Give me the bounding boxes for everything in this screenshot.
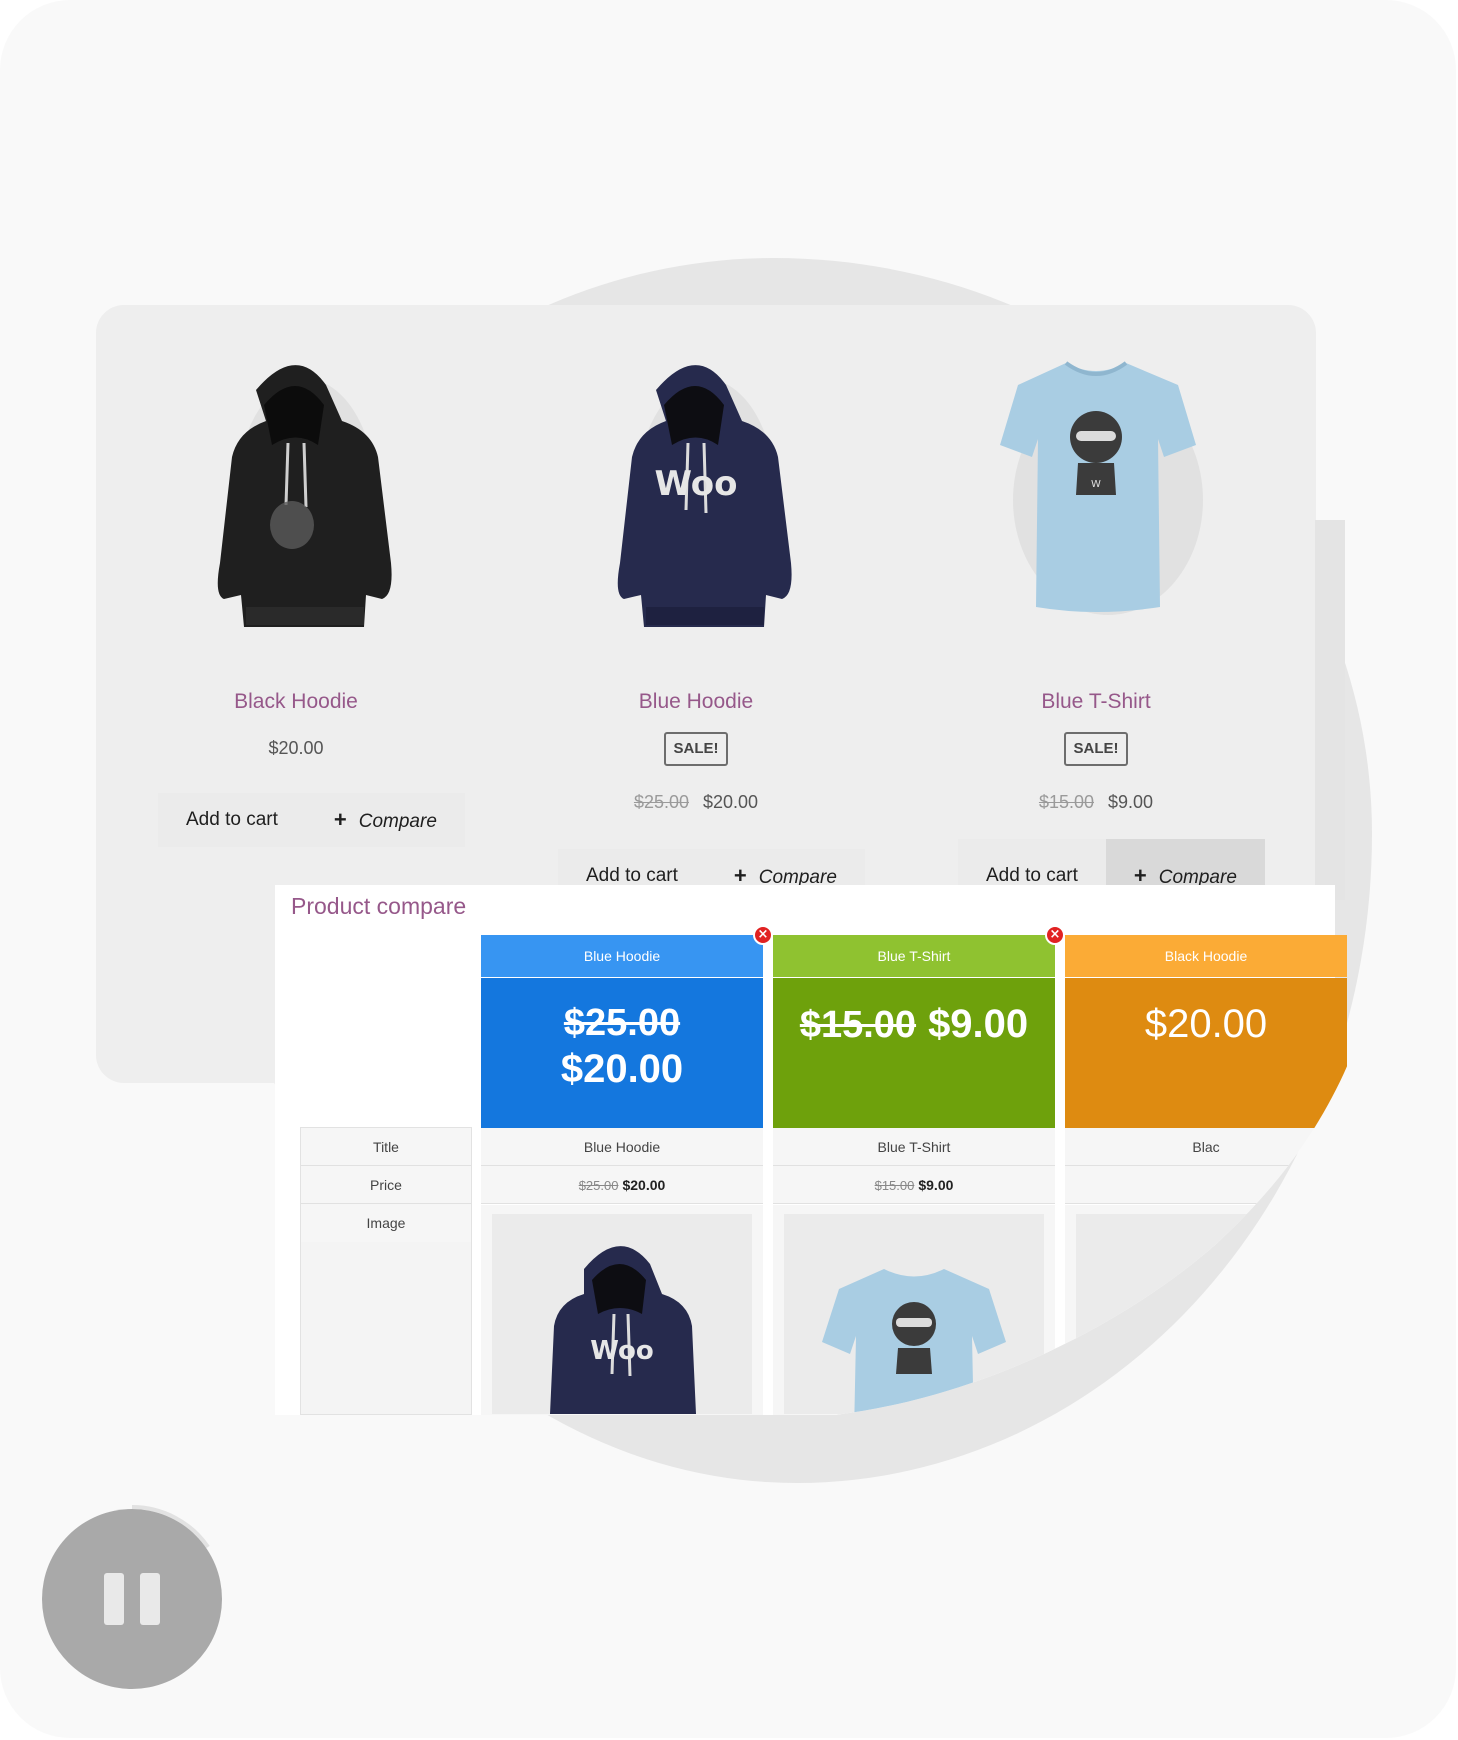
old-price: $25.00 <box>633 792 689 812</box>
product-title[interactable]: Black Hoodie <box>96 690 496 714</box>
compare-price-block: $15.00 $9.00 <box>773 978 1055 1128</box>
product-actions: Add to cart + Compare <box>158 793 465 847</box>
sale-price: $9.00 <box>1108 792 1154 812</box>
compare-price: $9.00 <box>928 1002 1029 1046</box>
compare-label: Compare <box>758 867 837 888</box>
slide-frame: Black Hoodie $20.00 Add to cart + Compare… <box>0 0 1456 1738</box>
compare-title-cell: Blue Hoodie <box>481 1128 763 1166</box>
compare-heading: Product compare <box>291 893 467 919</box>
svg-text:Woo: Woo <box>590 1336 653 1366</box>
compare-price: $20.00 <box>560 1047 684 1091</box>
product-title[interactable]: Blue Hoodie <box>496 690 896 714</box>
product-price: $15.00 $9.00 <box>896 792 1296 813</box>
compare-title-cell: Blue T-Shirt <box>773 1128 1055 1166</box>
compare-price-cell: $15.00 $9.00 <box>773 1166 1055 1204</box>
compare-label: Compare <box>358 811 437 832</box>
product-title[interactable]: Blue T-Shirt <box>896 690 1296 714</box>
sale-badge: SALE! <box>1064 732 1128 766</box>
compare-column-header[interactable]: Black Hoodie <box>1065 935 1347 977</box>
compare-price-cell: $25.00 $20.00 <box>481 1166 763 1204</box>
blue-hoodie-image[interactable]: Woo <box>496 345 896 645</box>
plus-icon: + <box>733 863 747 888</box>
product-compare-panel: Product compare Blue Hoodie $25.00 $20.0… <box>275 885 1335 1415</box>
blue-hoodie-thumbnail[interactable]: Woo <box>492 1214 752 1414</box>
compare-image-cell <box>1065 1205 1347 1415</box>
price: $9.00 <box>918 1177 954 1193</box>
blue-tshirt-image[interactable]: W <box>896 345 1296 645</box>
compare-title-cell: Blac <box>1065 1128 1347 1166</box>
compare-old-price: $15.00 <box>799 1004 917 1046</box>
add-to-cart-button[interactable]: Add to cart <box>158 793 306 847</box>
compare-button[interactable]: + Compare <box>305 793 465 847</box>
row-label-title: Title <box>301 1128 471 1166</box>
plus-icon: + <box>1133 863 1147 888</box>
price: $20.00 <box>622 1177 666 1193</box>
pause-button[interactable] <box>42 1509 222 1689</box>
svg-text:Woo: Woo <box>654 464 737 504</box>
pause-icon <box>104 1573 124 1625</box>
product-price: $25.00 $20.00 <box>496 792 896 813</box>
compare-old-price: $25.00 <box>563 1002 681 1044</box>
remove-x-icon[interactable]: × <box>753 925 773 945</box>
black-hoodie-thumbnail[interactable] <box>1076 1214 1336 1414</box>
pause-icon-bar <box>140 1573 160 1625</box>
card-edge-shadow <box>1315 520 1345 900</box>
old-price: $15.00 <box>874 1178 915 1193</box>
svg-text:W: W <box>1091 479 1101 490</box>
old-price: $15.00 <box>1038 792 1094 812</box>
row-label-price: Price <box>301 1166 471 1204</box>
remove-x-icon[interactable]: × <box>1045 925 1065 945</box>
compare-column-header[interactable]: Blue Hoodie <box>481 935 763 977</box>
compare-price-block: $20.00 <box>1065 978 1347 1128</box>
product-price: $20.00 <box>268 738 324 758</box>
plus-icon: + <box>333 807 347 832</box>
sale-badge: SALE! <box>664 732 728 766</box>
row-label-image: Image <box>301 1204 471 1242</box>
black-hoodie-image[interactable] <box>96 345 496 645</box>
compare-column-header[interactable]: Blue T-Shirt <box>773 935 1055 977</box>
compare-image-cell: Woo <box>481 1205 763 1415</box>
sale-price: $20.00 <box>703 792 759 812</box>
old-price: $25.00 <box>578 1178 619 1193</box>
compare-price-cell <box>1065 1166 1347 1204</box>
compare-price: $20.00 <box>1144 1002 1268 1046</box>
compare-label: Compare <box>1158 867 1237 888</box>
compare-price-block: $25.00 $20.00 <box>481 978 763 1128</box>
